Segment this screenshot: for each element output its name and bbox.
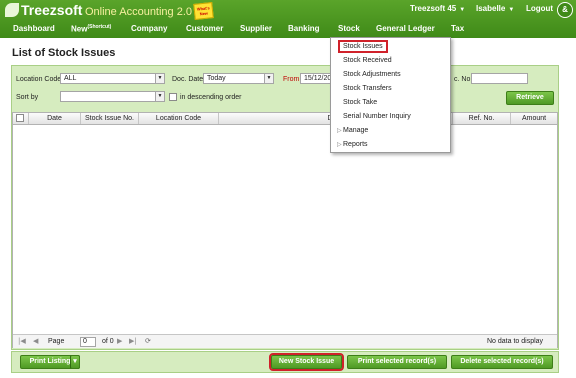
nav-tax[interactable]: Tax — [451, 24, 464, 33]
menu-stock-issues[interactable]: Stock Issues — [331, 40, 450, 54]
menu-reports-label: Reports — [343, 141, 368, 148]
doc-date-select[interactable]: Today ▼ — [203, 73, 274, 84]
page-title: List of Stock Issues — [12, 47, 116, 59]
app-title: Online Accounting 2.0 — [85, 6, 193, 18]
menu-manage-label: Manage — [343, 127, 369, 134]
nav-general-ledger[interactable]: General Ledger — [376, 24, 435, 33]
chevron-down-icon[interactable]: ▼ — [155, 92, 164, 101]
nav-customer[interactable]: Customer — [186, 24, 223, 33]
menu-reports[interactable]: ▷ Reports — [331, 138, 450, 152]
company-name: Treezsoft 45 — [410, 4, 457, 13]
from-date-input[interactable]: 15/12/2013 — [300, 73, 334, 84]
print-listing-dropdown-icon[interactable]: ▾ — [70, 355, 80, 369]
nav-new-label: New — [71, 24, 88, 34]
menu-stock-adjustments[interactable]: Stock Adjustments — [331, 68, 450, 82]
menu-stock-take[interactable]: Stock Take — [331, 96, 450, 110]
col-date[interactable]: Date — [29, 113, 81, 124]
stock-issues-grid: Date Stock Issue No. Location Code Desc … — [12, 112, 558, 348]
grid-pager: |◀ ◀ Page 0 of 0 ▶ ▶| ⟳ No data to displ… — [13, 334, 557, 348]
nav-banking[interactable]: Banking — [288, 24, 320, 33]
nav-dashboard[interactable]: Dashboard — [13, 24, 55, 33]
company-selector[interactable]: Treezsoft 45 ▼ — [410, 4, 465, 13]
location-code-label: Location Code — [16, 76, 62, 83]
doc-no-label: c. No. — [454, 76, 473, 83]
submenu-arrow-icon: ▷ — [337, 142, 342, 148]
menu-serial-number-inquiry[interactable]: Serial Number Inquiry — [331, 110, 450, 124]
col-ref-no[interactable]: Ref. No. — [453, 113, 511, 124]
nav-new[interactable]: New(Shortcut) — [71, 24, 111, 34]
location-code-value: ALL — [64, 75, 77, 82]
menu-stock-received[interactable]: Stock Received — [331, 54, 450, 68]
grid-header: Date Stock Issue No. Location Code Desc … — [13, 113, 557, 125]
stock-menu: Stock Issues Stock Received Stock Adjust… — [330, 37, 451, 153]
page-label: Page — [48, 338, 65, 345]
account-icon[interactable]: & — [557, 2, 573, 18]
doc-date-label: Doc. Date — [172, 76, 204, 83]
nav-new-shortcut: (Shortcut) — [87, 24, 112, 30]
chevron-down-icon: ▼ — [508, 7, 515, 13]
retrieve-button[interactable]: Retrieve — [506, 91, 554, 105]
menu-stock-issues-label: Stock Issues — [338, 40, 388, 53]
next-page-icon[interactable]: ▶ — [117, 337, 122, 345]
refresh-icon[interactable]: ⟳ — [145, 337, 151, 345]
page-of-label: of 0 — [102, 338, 114, 345]
first-page-icon[interactable]: |◀ — [18, 337, 26, 345]
col-stock-issue-no[interactable]: Stock Issue No. — [81, 113, 139, 124]
nav-company[interactable]: Company — [131, 24, 167, 33]
nav-stock[interactable]: Stock — [338, 24, 360, 33]
top-bar: Treezsoft Online Accounting 2.0 What's N… — [0, 0, 576, 38]
new-stock-issue-button[interactable]: New Stock Issue — [269, 353, 344, 371]
descending-checkbox[interactable] — [169, 93, 177, 101]
doc-date-value: Today — [207, 75, 226, 82]
chevron-down-icon[interactable]: ▼ — [264, 74, 273, 83]
menu-manage[interactable]: ▷ Manage — [331, 124, 450, 138]
doc-no-input[interactable] — [471, 73, 528, 84]
last-page-icon[interactable]: ▶| — [129, 337, 137, 345]
descending-label: in descending order — [180, 94, 242, 101]
chevron-down-icon[interactable]: ▼ — [155, 74, 164, 83]
col-amount[interactable]: Amount — [511, 113, 557, 124]
brand-name: Treezsoft — [21, 2, 83, 18]
print-selected-button[interactable]: Print selected record(s) — [347, 355, 447, 369]
select-all-column — [13, 113, 29, 124]
pager-status: No data to display — [487, 338, 544, 345]
delete-selected-button[interactable]: Delete selected record(s) — [451, 355, 553, 369]
prev-page-icon[interactable]: ◀ — [33, 337, 38, 345]
leaf-logo-icon — [5, 3, 19, 17]
select-all-checkbox[interactable] — [16, 114, 24, 122]
nav-supplier[interactable]: Supplier — [240, 24, 272, 33]
from-label: From — [283, 76, 300, 83]
location-code-select[interactable]: ALL ▼ — [60, 73, 165, 84]
submenu-arrow-icon: ▷ — [337, 128, 342, 134]
page-input[interactable]: 0 — [80, 337, 96, 347]
print-listing-label: Print Listing — [29, 358, 71, 365]
user-name: Isabelle — [476, 4, 506, 13]
col-location-code[interactable]: Location Code — [139, 113, 219, 124]
sort-by-label: Sort by — [16, 94, 39, 101]
action-bar: Print Listing ▾ New Stock Issue Print se… — [11, 351, 559, 373]
user-menu[interactable]: Isabelle ▼ — [476, 4, 514, 13]
menu-stock-transfers[interactable]: Stock Transfers — [331, 82, 450, 96]
brand-logo[interactable]: Treezsoft — [5, 2, 82, 18]
sort-by-select[interactable]: ▼ — [60, 91, 165, 102]
chevron-down-icon: ▼ — [459, 7, 466, 13]
whats-new-sticker[interactable]: What's New — [193, 2, 214, 20]
main-nav: Dashboard New(Shortcut) Company Customer… — [0, 22, 576, 38]
logout-link[interactable]: Logout — [526, 4, 553, 13]
